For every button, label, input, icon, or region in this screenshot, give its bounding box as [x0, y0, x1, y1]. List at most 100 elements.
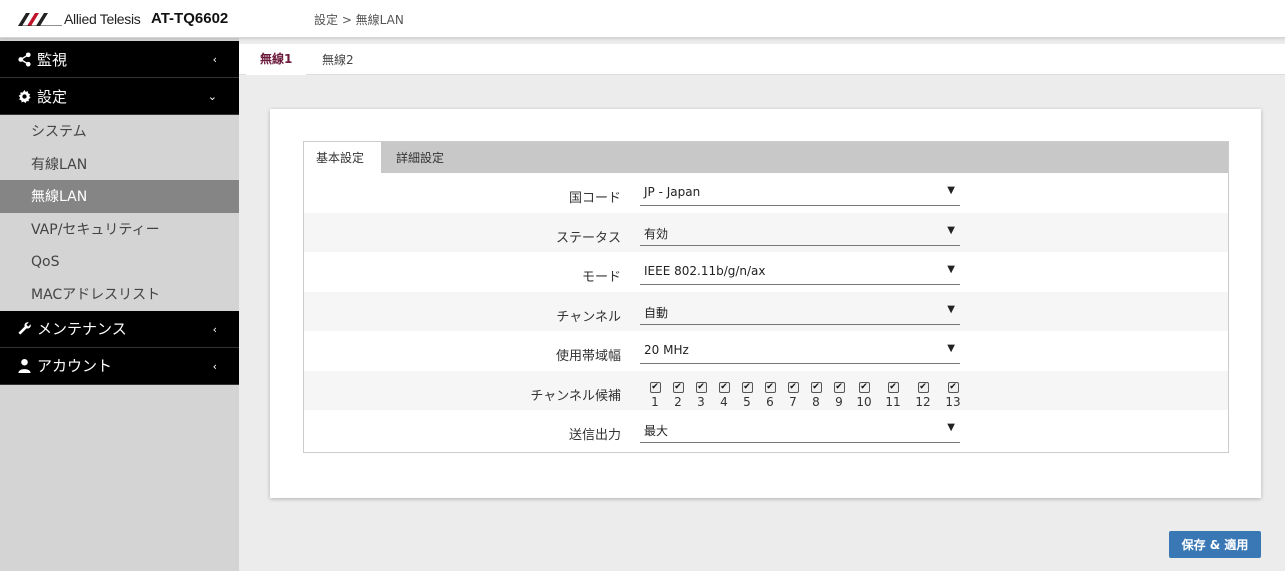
model-name: AT-TQ6602: [151, 10, 229, 27]
channel-candidates-label: チャンネル候補: [530, 388, 621, 404]
sidebar-section-maintenance[interactable]: メンテナンス ‹: [0, 310, 239, 348]
tx-power-select[interactable]: 最大 ▼: [640, 417, 960, 443]
sidebar-section-settings[interactable]: 設定 ⌄: [0, 78, 239, 115]
sidebar-item-wired-lan[interactable]: 有線LAN: [0, 148, 239, 181]
checkbox-checked-icon: ✔: [718, 381, 730, 393]
sidebar-item-wireless-lan[interactable]: 無線LAN: [0, 180, 239, 213]
channel-number: 7: [789, 394, 797, 409]
tx-power-value: 最大: [644, 424, 669, 438]
breadcrumb: 設定 > 無線LAN: [314, 13, 404, 27]
sidebar-section-label: 設定: [37, 87, 68, 106]
channel-checkbox-10[interactable]: ✔ 10: [853, 381, 875, 409]
bandwidth-select[interactable]: 20 MHz ▼: [640, 338, 960, 364]
tab-radio-2[interactable]: 無線2: [308, 44, 368, 75]
channel-number: 3: [697, 394, 705, 409]
logo-text: Allied Telesis: [64, 11, 141, 27]
app-header: Allied Telesis AT-TQ6602 設定 > 無線LAN: [0, 0, 1285, 38]
dropdown-arrow-icon: ▼: [947, 343, 955, 354]
channel-checkbox-8[interactable]: ✔ 8: [805, 381, 827, 409]
allied-telesis-logo: Allied Telesis: [18, 11, 141, 27]
settings-panel: 基本設定 詳細設定 国コード JP - Japan ▼ ステータス 有効 ▼ モ…: [303, 141, 1229, 453]
checkbox-checked-icon: ✔: [764, 381, 776, 393]
channel-checkbox-7[interactable]: ✔ 7: [782, 381, 804, 409]
tx-power-label: 送信出力: [568, 428, 621, 443]
mode-value: IEEE 802.11b/g/n/ax: [644, 264, 766, 278]
country-code-select[interactable]: JP - Japan ▼: [640, 180, 960, 206]
channel-number: 11: [885, 394, 901, 409]
status-select[interactable]: 有効 ▼: [640, 220, 960, 246]
status-label: ステータス: [555, 230, 621, 246]
save-apply-button[interactable]: 保存 & 適用: [1169, 531, 1261, 558]
form-row-country: 国コード JP - Japan ▼: [304, 173, 1228, 213]
channel-checkbox-12[interactable]: ✔ 12: [912, 381, 934, 409]
mode-label: モード: [581, 270, 621, 285]
form-row-mode: モード IEEE 802.11b/g/n/ax ▼: [304, 252, 1228, 292]
dropdown-arrow-icon: ▼: [947, 422, 955, 433]
sidebar-section-account[interactable]: アカウント ‹: [0, 347, 239, 385]
share-icon: [16, 51, 32, 67]
radio-tabs: 無線1 無線2: [239, 44, 1285, 75]
channel-select[interactable]: 自動 ▼: [640, 299, 960, 325]
sidebar-item-qos[interactable]: QoS: [0, 245, 239, 278]
wrench-icon: [16, 321, 32, 337]
tab-radio-1[interactable]: 無線1: [246, 44, 307, 75]
checkbox-checked-icon: ✔: [787, 381, 799, 393]
bandwidth-value: 20 MHz: [644, 343, 689, 357]
channel-checkbox-1[interactable]: ✔ 1: [644, 381, 666, 409]
sidebar-section-monitor[interactable]: 監視 ‹: [0, 41, 239, 78]
channel-number: 2: [674, 394, 682, 409]
checkbox-checked-icon: ✔: [887, 381, 899, 393]
channel-candidates-group: ✔ 1 ✔ 2 ✔ 3 ✔ 4 ✔ 5 ✔ 6 ✔ 7 ✔ 8 ✔ 9 ✔ 10 ✔ 11 ✔ 12 ✔…: [640, 381, 970, 412]
channel-checkbox-13[interactable]: ✔ 13: [942, 381, 964, 409]
chevron-left-icon: ‹: [212, 53, 217, 66]
channel-number: 1: [651, 394, 659, 409]
channel-checkbox-2[interactable]: ✔ 2: [667, 381, 689, 409]
mode-select[interactable]: IEEE 802.11b/g/n/ax ▼: [640, 259, 960, 285]
country-code-value: JP - Japan: [644, 185, 701, 199]
channel-checkbox-4[interactable]: ✔ 4: [713, 381, 735, 409]
sidebar: 監視 ‹ 設定 ⌄ システム 有線LAN 無線LAN VAP/セキュリティー Q…: [0, 38, 239, 571]
chevron-down-icon: ⌄: [207, 90, 217, 103]
form-row-channel-candidates: チャンネル候補 ✔ 1 ✔ 2 ✔ 3 ✔ 4 ✔ 5 ✔ 6 ✔ 7 ✔ 8 ✔ 9 ✔ 10 ✔…: [304, 370, 1228, 412]
chevron-left-icon: ‹: [212, 359, 217, 373]
channel-checkbox-11[interactable]: ✔ 11: [882, 381, 904, 409]
sidebar-section-label: 監視: [37, 50, 68, 69]
sidebar-item-vap-security[interactable]: VAP/セキュリティー: [0, 213, 239, 246]
tab-advanced-settings[interactable]: 詳細設定: [384, 142, 456, 173]
checkbox-checked-icon: ✔: [917, 381, 929, 393]
gear-icon: [16, 88, 32, 104]
channel-checkbox-3[interactable]: ✔ 3: [690, 381, 712, 409]
form-row-channel: チャンネル 自動 ▼: [304, 291, 1228, 331]
channel-number: 5: [743, 394, 751, 409]
settings-tabs: 基本設定 詳細設定: [304, 142, 1228, 173]
form-row-bandwidth: 使用帯域幅 20 MHz ▼: [304, 331, 1228, 371]
checkbox-checked-icon: ✔: [947, 381, 959, 393]
basic-settings-form: 国コード JP - Japan ▼ ステータス 有効 ▼ モード IEEE 80…: [304, 173, 1228, 450]
chevron-left-icon: ‹: [212, 322, 217, 336]
channel-number: 13: [945, 394, 961, 409]
checkbox-checked-icon: ✔: [672, 381, 684, 393]
checkbox-checked-icon: ✔: [810, 381, 822, 393]
channel-checkbox-9[interactable]: ✔ 9: [828, 381, 850, 409]
tab-basic-settings[interactable]: 基本設定: [304, 142, 381, 173]
dropdown-arrow-icon: ▼: [947, 264, 955, 275]
form-row-tx-power: 送信出力 最大 ▼: [304, 410, 1228, 450]
channel-checkbox-5[interactable]: ✔ 5: [736, 381, 758, 409]
sidebar-item-mac-address-list[interactable]: MACアドレスリスト: [0, 278, 239, 311]
checkbox-checked-icon: ✔: [833, 381, 845, 393]
user-icon: [16, 358, 32, 374]
status-value: 有効: [644, 226, 669, 241]
bandwidth-label: 使用帯域幅: [555, 349, 621, 364]
channel-number: 4: [720, 394, 728, 409]
channel-number: 12: [915, 394, 931, 409]
checkbox-checked-icon: ✔: [649, 381, 661, 393]
sidebar-section-label: アカウント: [37, 357, 113, 376]
channel-checkbox-6[interactable]: ✔ 6: [759, 381, 781, 409]
sidebar-item-system[interactable]: システム: [0, 115, 239, 148]
channel-number: 10: [856, 394, 872, 409]
logo-mark-icon: [18, 12, 62, 26]
channel-value: 自動: [644, 305, 669, 320]
checkbox-checked-icon: ✔: [858, 381, 870, 393]
dropdown-arrow-icon: ▼: [947, 185, 955, 196]
country-code-label: 国コード: [568, 191, 621, 206]
